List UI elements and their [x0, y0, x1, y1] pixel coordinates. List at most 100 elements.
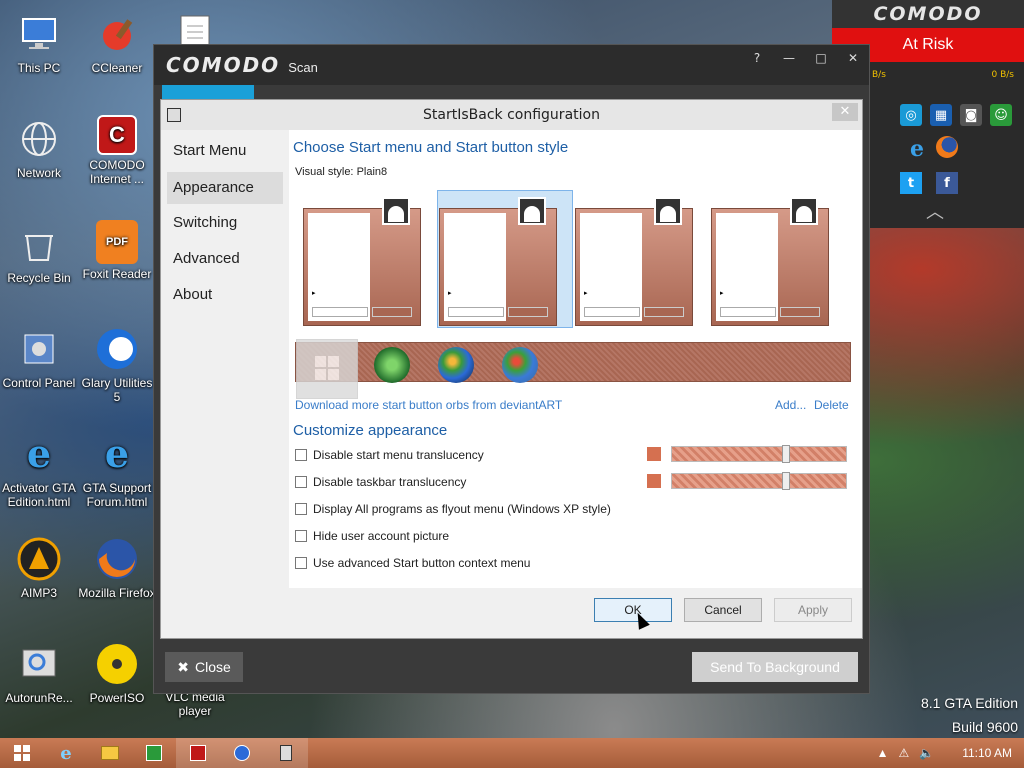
- sandbox-icon[interactable]: ◙: [960, 104, 982, 126]
- option-label: Hide user account picture: [313, 529, 450, 543]
- checkbox[interactable]: [295, 557, 307, 569]
- delete-orb-link[interactable]: Delete: [814, 398, 849, 412]
- option-advanced-context-menu[interactable]: Use advanced Start button context menu: [295, 556, 530, 570]
- help-button[interactable]: ?: [741, 45, 773, 71]
- desktop-icon-label: COMODO Internet ...: [89, 158, 145, 186]
- window-controls: ? — □ ✕: [741, 45, 869, 71]
- style-option-3[interactable]: ▸: [575, 197, 693, 326]
- desktop-icon-label: Mozilla Firefox: [78, 586, 156, 600]
- download-orbs-link[interactable]: Download more start button orbs from dev…: [295, 398, 562, 412]
- maximize-button[interactable]: □: [805, 45, 837, 71]
- minimize-button[interactable]: —: [773, 45, 805, 71]
- desktop-icon-label: Control Panel: [2, 376, 76, 390]
- option-flyout-all-programs[interactable]: Display All programs as flyout menu (Win…: [295, 502, 611, 516]
- desktop-icon-poweriso[interactable]: PowerISO: [78, 640, 156, 705]
- checkbox[interactable]: [295, 503, 307, 515]
- desktop-icon-label: Recycle Bin: [7, 271, 71, 285]
- desktop-icon-aimp[interactable]: AIMP3: [0, 535, 78, 600]
- nav-about[interactable]: About: [167, 280, 283, 316]
- desktop-icon-vlc[interactable]: VLC media player: [156, 690, 234, 718]
- orb-clover[interactable]: [374, 347, 410, 383]
- desktop-icon-label: AIMP3: [20, 586, 57, 600]
- comodo-subtitle: Scan: [288, 59, 318, 75]
- taskbar-store[interactable]: [132, 738, 176, 768]
- apply-button[interactable]: Apply: [774, 598, 852, 622]
- nav-advanced[interactable]: Advanced: [167, 244, 283, 280]
- start-menu-color-swatch[interactable]: [647, 447, 661, 461]
- nav-switching[interactable]: Switching: [167, 208, 283, 244]
- add-orb-link[interactable]: Add...: [775, 398, 806, 412]
- orb-windows8[interactable]: [296, 339, 358, 399]
- tray-expand-icon[interactable]: ▲: [877, 746, 889, 760]
- scan-icon[interactable]: ◎: [900, 104, 922, 126]
- folder-icon: [101, 746, 119, 760]
- option-disable-start-menu-translucency[interactable]: Disable start menu translucency: [295, 448, 484, 462]
- send-to-background-button[interactable]: Send To Background: [692, 652, 858, 682]
- ie-icon: e: [60, 742, 72, 764]
- desktop-icon-foxit[interactable]: PDF Foxit Reader: [78, 220, 156, 281]
- desktop-icon-control-panel[interactable]: Control Panel: [0, 325, 78, 390]
- globe-icon: [234, 745, 250, 761]
- comodo-brand: COMODO: [832, 0, 1024, 28]
- nav-start-menu[interactable]: Start Menu: [167, 136, 283, 172]
- checkbox[interactable]: [295, 449, 307, 461]
- option-disable-taskbar-translucency[interactable]: Disable taskbar translucency: [295, 475, 466, 489]
- desktop-icon-this-pc[interactable]: This PC: [0, 10, 78, 75]
- desktop-icon-firefox[interactable]: Mozilla Firefox: [78, 535, 156, 600]
- nav-appearance[interactable]: Appearance: [167, 172, 283, 204]
- desktop-icon-autorun[interactable]: AutorunRe...: [0, 640, 78, 705]
- clock[interactable]: 11:10 AM: [962, 746, 1012, 760]
- slider-handle[interactable]: [782, 472, 790, 490]
- ie-icon: e: [104, 431, 130, 476]
- desktop-icon-comodo[interactable]: C COMODO Internet ...: [78, 115, 156, 186]
- desktop-icon-gta-support[interactable]: e GTA Support Forum.html: [78, 430, 156, 510]
- taskbar-color-swatch[interactable]: [647, 474, 661, 488]
- desktop-icon-network[interactable]: Network: [0, 115, 78, 180]
- dialog-title-bar: StartIsBack configuration ✕: [161, 100, 862, 130]
- desktop-icon-recycle-bin[interactable]: Recycle Bin: [0, 220, 78, 285]
- style-option-4[interactable]: ▸: [711, 197, 829, 326]
- recycle-bin-icon: [15, 220, 63, 268]
- taskbar-ie[interactable]: e: [44, 738, 88, 768]
- desktop-icon-label: Foxit Reader: [82, 267, 152, 281]
- ie-icon: e: [26, 431, 52, 476]
- twitter-icon[interactable]: t: [900, 172, 922, 194]
- close-window-button[interactable]: ✕: [837, 45, 869, 71]
- orb-windows7-classic[interactable]: [502, 347, 538, 383]
- facebook-icon[interactable]: f: [936, 172, 958, 194]
- close-button[interactable]: ✖ Close: [165, 652, 243, 682]
- comodo-title-bar: COMODO Scan ? — □ ✕: [154, 45, 869, 85]
- start-menu-opacity-slider[interactable]: [671, 445, 847, 463]
- start-button[interactable]: [0, 738, 44, 768]
- taskbar-comodo[interactable]: [176, 738, 220, 768]
- taskbar-globe[interactable]: [220, 738, 264, 768]
- dialog-close-button[interactable]: ✕: [832, 103, 858, 121]
- taskbar-opacity-slider[interactable]: [671, 472, 847, 490]
- volume-icon[interactable]: 🔈: [919, 746, 934, 760]
- cancel-button[interactable]: Cancel: [684, 598, 762, 622]
- windows-logo-icon: [14, 745, 30, 761]
- firefox-icon[interactable]: [936, 136, 958, 158]
- style-option-1[interactable]: ▸: [303, 197, 421, 326]
- user-avatar-icon: [790, 197, 818, 225]
- checkbox[interactable]: [295, 530, 307, 542]
- visual-style-value: Plain8: [356, 166, 388, 178]
- orb-windows7-blue[interactable]: [438, 347, 474, 383]
- network-status-icon[interactable]: ⚠: [898, 746, 909, 760]
- ie-icon[interactable]: e: [910, 136, 924, 162]
- tasks-icon[interactable]: ▦: [930, 104, 952, 126]
- option-hide-user-picture[interactable]: Hide user account picture: [295, 529, 449, 543]
- desktop-icon-label: VLC media player: [165, 690, 225, 718]
- slider-handle[interactable]: [782, 445, 790, 463]
- taskbar-explorer[interactable]: [88, 738, 132, 768]
- desktop-icon-ccleaner[interactable]: CCleaner: [78, 10, 156, 75]
- comodo-icon: [190, 745, 206, 761]
- style-option-2[interactable]: ▸: [439, 197, 557, 326]
- desktop-icon-glary[interactable]: Glary Utilities 5: [78, 325, 156, 404]
- taskbar-startisback[interactable]: [264, 738, 308, 768]
- checkbox[interactable]: [295, 476, 307, 488]
- settings-nav: Start Menu Appearance Switching Advanced…: [167, 136, 283, 316]
- desktop-icon-label: GTA Support Forum.html: [82, 481, 152, 509]
- user-icon[interactable]: ☺: [990, 104, 1012, 126]
- desktop-icon-activator[interactable]: e Activator GTA Edition.html: [0, 430, 78, 510]
